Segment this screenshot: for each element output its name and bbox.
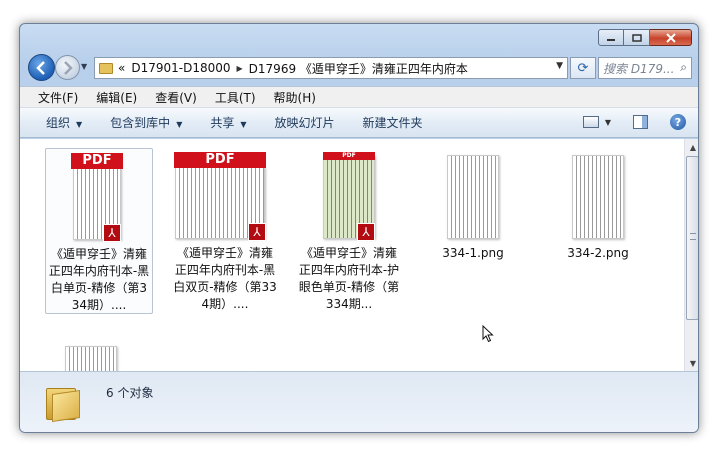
breadcrumb-segment-1[interactable]: D17901-D18000 [131,61,230,75]
command-bar: 组织 ▼ 包含到库中 ▼ 共享 ▼ 放映幻灯片 新建文件夹 ▼ ? [20,108,698,138]
pdf-file-icon: PDF ⅄ [295,151,403,245]
maximize-icon[interactable] [624,29,650,46]
forward-button[interactable] [55,55,80,80]
file-name[interactable]: 334-1.png [419,245,527,262]
preview-pane-icon[interactable] [633,115,648,129]
pdf-file-icon: PDF ⅄ [46,152,152,246]
caption-buttons [598,29,692,46]
address-dropdown-icon[interactable]: ▼ [556,61,563,71]
menu-view[interactable]: 查看(V) [155,89,197,106]
file-list[interactable]: PDF ⅄ 《遁甲穿壬》清雍正四年内府刊本-黑白单页-精修（第334期）....… [20,139,684,371]
menu-help[interactable]: 帮助(H) [274,89,316,106]
scrollbar-thumb[interactable] [686,156,698,320]
history-dropdown-icon[interactable]: ▼ [81,62,87,71]
file-item-pdf-3[interactable]: PDF ⅄ 《遁甲穿壬》清雍正四年内府刊本-护眼色单页-精修（第334期... [295,148,403,313]
back-button[interactable] [28,54,55,81]
folder-icon [46,384,80,422]
chevron-down-icon: ▼ [240,120,247,129]
pdf-badge: PDF [323,152,375,160]
minimize-icon[interactable] [598,29,624,46]
include-in-library-button[interactable]: 包含到库中 ▼ [110,114,182,131]
search-input[interactable]: 搜索 D179... ⌕ [598,57,692,79]
include-in-library-label: 包含到库中 [110,116,171,130]
file-item-png-1[interactable]: 334-1.png [419,148,527,262]
pdf-badge: PDF [71,153,123,169]
breadcrumb-segment-2[interactable]: D17969 《遁甲穿壬》清雍正四年内府本 [249,60,468,77]
navigation-row: ▼ « D17901-D18000 ▶ D17969 《遁甲穿壬》清雍正四年内府… [28,54,692,82]
address-history[interactable]: « [118,61,125,75]
file-name[interactable]: 《遁甲穿壬》清雍正四年内府刊本-黑白双页-精修（第334期）.... [171,245,279,313]
file-item-pdf-2[interactable]: PDF ⅄ 《遁甲穿壬》清雍正四年内府刊本-黑白双页-精修（第334期）.... [171,148,279,313]
acrobat-icon: ⅄ [248,223,266,241]
vertical-scrollbar[interactable]: ▲ ▼ [684,139,698,371]
details-pane: 6 个对象 [20,371,698,432]
image-thumbnail [419,151,527,245]
help-icon[interactable]: ? [670,114,686,130]
organize-label: 组织 [46,116,71,130]
search-icon[interactable]: ⌕ [680,60,687,75]
chevron-down-icon: ▼ [176,120,183,129]
scroll-down-icon[interactable]: ▼ [685,355,698,371]
file-name[interactable]: 334-2.png [544,245,652,262]
share-label: 共享 [210,116,235,130]
menu-bar: 文件(F) 编辑(E) 查看(V) 工具(T) 帮助(H) [20,86,698,108]
search-placeholder: 搜索 D179... [603,61,675,76]
file-name[interactable]: 《遁甲穿壬》清雍正四年内府刊本-黑白单页-精修（第334期）.... [46,246,152,314]
slideshow-button[interactable]: 放映幻灯片 [275,114,335,131]
mouse-pointer-icon [482,324,494,347]
breadcrumb-arrow-icon[interactable]: ▶ [237,64,243,73]
explorer-window: ▼ « D17901-D18000 ▶ D17969 《遁甲穿壬》清雍正四年内府… [19,23,699,433]
chevron-down-icon: ▼ [76,120,83,129]
new-folder-button[interactable]: 新建文件夹 [363,114,423,131]
folder-icon [99,62,113,74]
pdf-file-icon: PDF ⅄ [171,151,279,245]
menu-file[interactable]: 文件(F) [38,89,78,106]
refresh-icon: ⟳ [577,60,589,76]
menu-edit[interactable]: 编辑(E) [96,89,137,106]
file-name[interactable]: 《遁甲穿壬》清雍正四年内府刊本-护眼色单页-精修（第334期... [295,245,403,313]
acrobat-icon: ⅄ [103,224,121,242]
address-bar[interactable]: « D17901-D18000 ▶ D17969 《遁甲穿壬》清雍正四年内府本 … [94,57,568,79]
close-icon[interactable] [650,29,692,46]
refresh-button[interactable]: ⟳ [570,57,596,79]
file-item-pdf-1[interactable]: PDF ⅄ 《遁甲穿壬》清雍正四年内府刊本-黑白单页-精修（第334期）.... [45,148,153,314]
acrobat-icon: ⅄ [357,223,375,241]
scroll-up-icon[interactable]: ▲ [685,139,698,155]
pdf-badge: PDF [174,152,266,168]
view-controls: ▼ ? [582,114,686,130]
item-count: 6 个对象 [106,386,154,400]
view-options-dropdown-icon[interactable]: ▼ [605,118,611,127]
file-item-png-3[interactable] [45,339,153,371]
file-item-png-2[interactable]: 334-2.png [544,148,652,262]
image-thumbnail [544,151,652,245]
image-thumbnail [45,342,153,371]
menu-tools[interactable]: 工具(T) [215,89,256,106]
organize-button[interactable]: 组织 ▼ [46,114,82,131]
change-view-icon[interactable] [582,116,599,128]
share-button[interactable]: 共享 ▼ [210,114,246,131]
